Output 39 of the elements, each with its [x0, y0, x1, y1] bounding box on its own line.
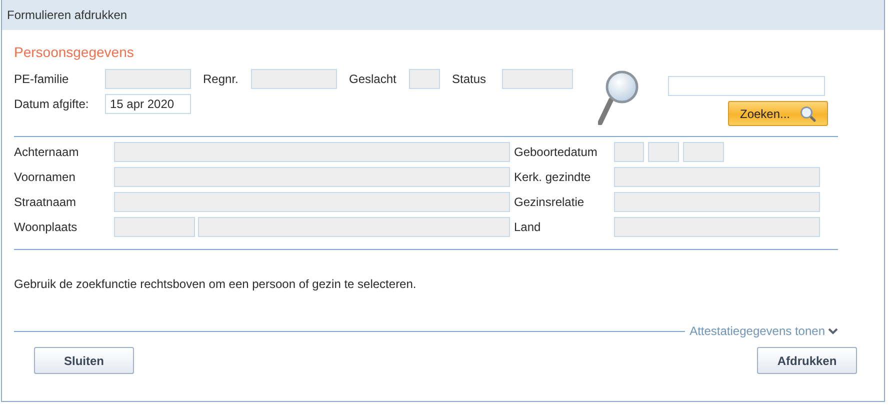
readonly-field[interactable] — [105, 69, 191, 89]
field-label: Datum afgifte: — [14, 96, 90, 113]
field-label: Geslacht — [349, 71, 398, 88]
search-field[interactable] — [668, 76, 825, 96]
readonly-field[interactable] — [114, 217, 195, 237]
field-label: Land — [514, 219, 542, 236]
field-label: PE-familie — [14, 71, 70, 88]
date-field[interactable]: 15 apr 2020 — [105, 94, 191, 114]
field-label: Straatnaam — [14, 194, 78, 211]
readonly-field[interactable] — [614, 167, 820, 187]
readonly-field[interactable] — [114, 167, 510, 187]
field-label: Gezinsrelatie — [514, 194, 586, 211]
field-label: Status — [452, 71, 488, 88]
search-icon — [800, 106, 816, 122]
hint-text: Gebruik de zoekfunctie rechtsboven om een persoon of gezin te selecteren. — [14, 277, 416, 291]
action-button[interactable]: Afdrukken — [757, 347, 857, 374]
window-title: Formulieren afdrukken — [7, 7, 128, 24]
readonly-field[interactable] — [409, 69, 440, 89]
field-label: Voornamen — [14, 169, 76, 186]
field-label: Geboortedatum — [514, 144, 598, 161]
chevron-icon — [828, 326, 838, 336]
readonly-field[interactable] — [614, 217, 820, 237]
section-title: Persoonsgegevens — [14, 44, 134, 60]
readonly-field[interactable] — [614, 142, 644, 162]
readonly-field[interactable] — [114, 142, 510, 162]
readonly-field[interactable] — [683, 142, 724, 162]
readonly-field[interactable] — [502, 69, 573, 89]
readonly-field[interactable] — [614, 192, 820, 212]
readonly-field[interactable] — [114, 192, 510, 212]
magnifier-icon — [598, 70, 640, 125]
field-label: Regnr. — [203, 71, 240, 88]
readonly-field[interactable] — [648, 142, 679, 162]
readonly-field[interactable] — [198, 217, 510, 237]
field-label: Woonplaats — [14, 219, 78, 236]
readonly-field[interactable] — [251, 69, 337, 89]
field-label: Kerk. gezindte — [514, 169, 592, 186]
action-button[interactable]: Sluiten — [34, 347, 134, 374]
field-label: Achternaam — [14, 144, 80, 161]
search-button[interactable]: Zoeken... — [728, 101, 828, 126]
